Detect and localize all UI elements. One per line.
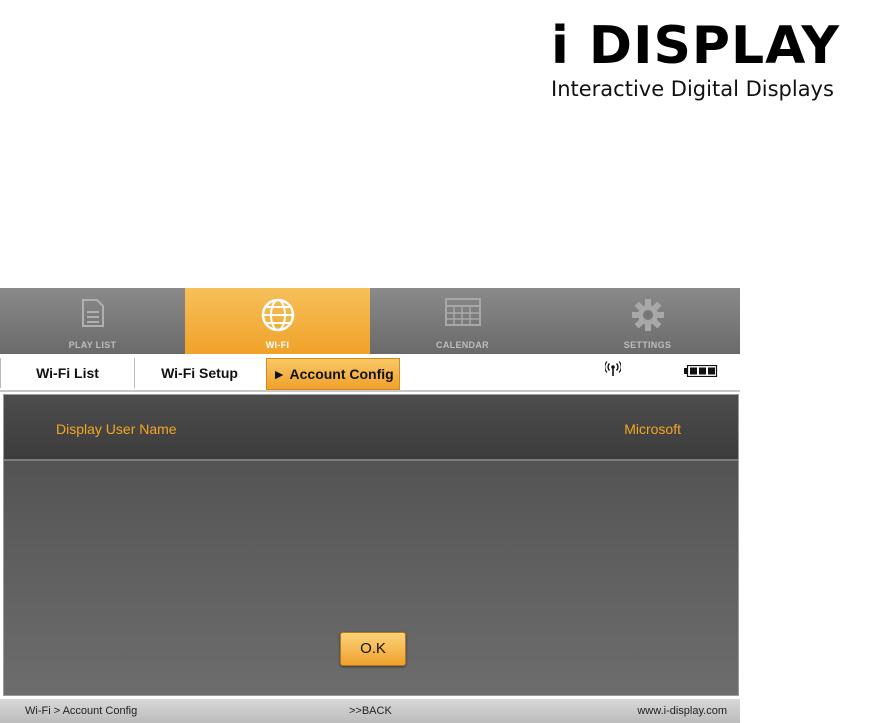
nav-label: PLAY LIST xyxy=(68,340,117,350)
nav-label: CALENDAR xyxy=(436,340,489,350)
field-value[interactable]: Microsoft xyxy=(624,421,681,437)
nav-calendar[interactable]: CALENDAR xyxy=(370,288,555,354)
content-panel: Display User Name Microsoft O.K xyxy=(3,394,739,696)
tab-account-config[interactable]: ► Account Config xyxy=(266,358,400,390)
logo-title: i DISPLAY xyxy=(551,16,841,76)
document-icon xyxy=(81,299,104,327)
brand-logo: i DISPLAY Interactive Digital Displays xyxy=(551,18,871,102)
nav-playlist[interactable]: PLAY LIST xyxy=(0,288,185,354)
ok-button[interactable]: O.K xyxy=(340,632,406,666)
gear-icon xyxy=(631,299,664,331)
breadcrumb: Wi-Fi > Account Config xyxy=(25,705,138,717)
nav-label: SETTINGS xyxy=(623,340,672,350)
app-window: PLAY LIST WI-FI CALENDAR SETTINGS Wi-Fi … xyxy=(0,288,740,723)
user-name-row[interactable]: Display User Name Microsoft xyxy=(4,395,738,461)
back-link[interactable]: >>BACK xyxy=(349,705,392,717)
wifi-signal-icon xyxy=(605,361,621,376)
globe-icon xyxy=(261,298,294,332)
tab-wifi-setup[interactable]: Wi-Fi Setup xyxy=(133,358,267,388)
nav-label: WI-FI xyxy=(265,340,290,350)
field-label: Display User Name xyxy=(56,421,177,437)
calendar-icon xyxy=(444,298,481,326)
sub-tabs: Wi-Fi List Wi-Fi Setup ► Account Config xyxy=(0,354,740,392)
logo-subtitle: Interactive Digital Displays xyxy=(551,77,834,101)
battery-icon xyxy=(684,365,718,377)
top-nav: PLAY LIST WI-FI CALENDAR SETTINGS xyxy=(0,288,740,354)
tab-wifi-list[interactable]: Wi-Fi List xyxy=(0,358,135,388)
nav-wifi[interactable]: WI-FI xyxy=(185,288,370,354)
website-link: www.i-display.com xyxy=(637,705,727,717)
status-footer: Wi-Fi > Account Config >>BACK www.i-disp… xyxy=(0,699,740,723)
nav-settings[interactable]: SETTINGS xyxy=(555,288,740,354)
